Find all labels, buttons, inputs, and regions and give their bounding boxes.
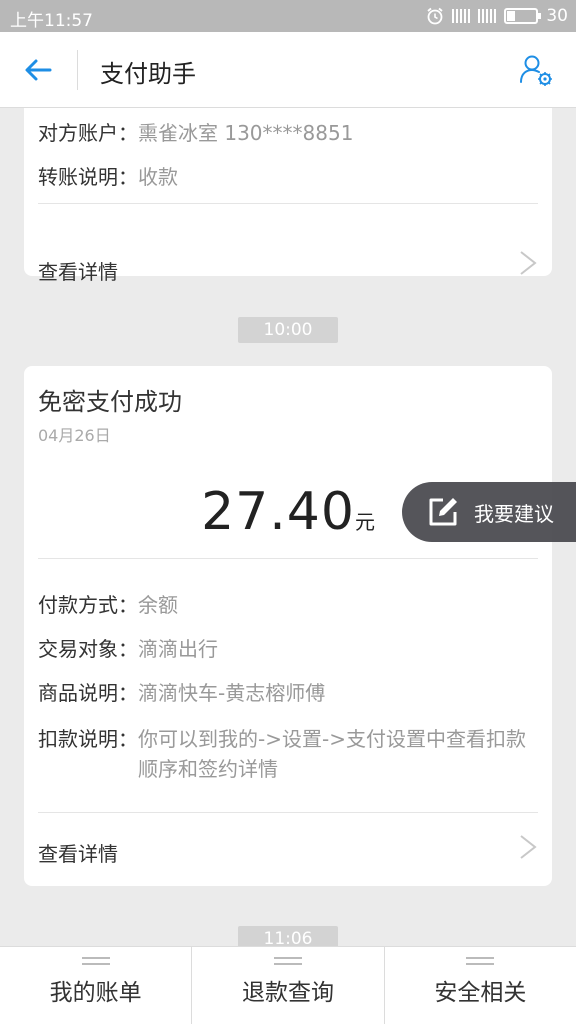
edit-icon: [429, 498, 457, 526]
amount-unit: 元: [354, 510, 375, 534]
amount-value: 27.40: [201, 482, 355, 542]
app-header: 支付助手: [0, 32, 576, 108]
row-key: 对方账户：: [38, 121, 138, 145]
status-right: 30: [426, 6, 568, 26]
menu-grip-icon: [81, 957, 110, 969]
page-title: 支付助手: [100, 60, 196, 88]
alarm-icon: [427, 7, 443, 25]
card2-view-details[interactable]: 查看详情: [38, 838, 118, 867]
row-counterparty: 交易对象：滴滴出行: [38, 634, 218, 664]
battery-icon: [504, 8, 542, 24]
payment-title: 免密支付成功: [38, 388, 182, 416]
row-key: 转账说明：: [38, 165, 138, 189]
chevron-right-icon: [520, 835, 537, 859]
row-key: 交易对象：: [38, 637, 138, 661]
row-product: 商品说明：滴滴快车-黄志榕师傅: [38, 678, 325, 708]
row-value: 滴滴快车-黄志榕师傅: [138, 681, 326, 705]
payment-date: 04月26日: [38, 426, 111, 445]
feedback-button[interactable]: 我要建议: [402, 482, 576, 542]
back-arrow-icon[interactable]: [22, 54, 54, 86]
row-value: 熏雀冰室 130****8851: [138, 121, 354, 145]
signal-icon-2: [478, 9, 497, 23]
row-payment-method: 付款方式：余额: [38, 590, 178, 620]
row-value: 余额: [138, 593, 178, 617]
row-key: 扣款说明：: [38, 727, 138, 751]
card1-view-details[interactable]: 查看详情: [38, 256, 118, 285]
menu-grip-icon: [466, 957, 495, 969]
bottom-nav: 我的账单 退款查询 安全相关: [0, 946, 576, 1024]
tab-security[interactable]: 安全相关: [383, 947, 576, 1024]
menu-grip-icon: [273, 957, 302, 969]
tab-my-bills[interactable]: 我的账单: [0, 947, 191, 1024]
user-settings-icon[interactable]: [518, 52, 554, 88]
card2-divider: [38, 812, 538, 813]
time-label: 10:00: [238, 317, 338, 343]
tab-label: 我的账单: [49, 980, 142, 1006]
feedback-label: 我要建议: [474, 502, 554, 526]
tab-label: 退款查询: [241, 980, 334, 1006]
transfer-card: 对方账户：熏雀冰室 130****8851 转账说明：收款 查看详情: [24, 108, 552, 284]
payment-card: 免密支付成功 04月26日 27.40元 付款方式：余额 交易对象：滴滴出行 商…: [24, 366, 552, 886]
row-value: 滴滴出行: [138, 637, 218, 661]
card1-divider: [38, 203, 538, 204]
card1-row-note: 转账说明：收款: [38, 162, 178, 192]
time-label: 11:06: [238, 926, 338, 946]
tab-refund-query[interactable]: 退款查询: [191, 947, 383, 1024]
chevron-right-icon: [520, 251, 537, 275]
card1-row-account: 对方账户：熏雀冰室 130****8851: [38, 118, 353, 148]
amount-divider: [38, 558, 538, 559]
signal-icon: [452, 9, 471, 23]
row-key: 商品说明：: [38, 681, 138, 705]
row-key: 付款方式：: [38, 593, 138, 617]
header-divider: [77, 50, 78, 90]
tab-label: 安全相关: [434, 980, 527, 1006]
status-bar: 上午11:57 30: [0, 0, 576, 32]
row-value: 收款: [138, 165, 178, 189]
row-deduction-note: 扣款说明： 你可以到我的->设置->支付设置中查看扣款顺序和签约详情: [38, 724, 538, 784]
row-value: 你可以到我的->设置->支付设置中查看扣款顺序和签约详情: [138, 727, 526, 781]
battery-level: 30: [546, 6, 568, 26]
status-time: 上午11:57: [10, 11, 93, 31]
